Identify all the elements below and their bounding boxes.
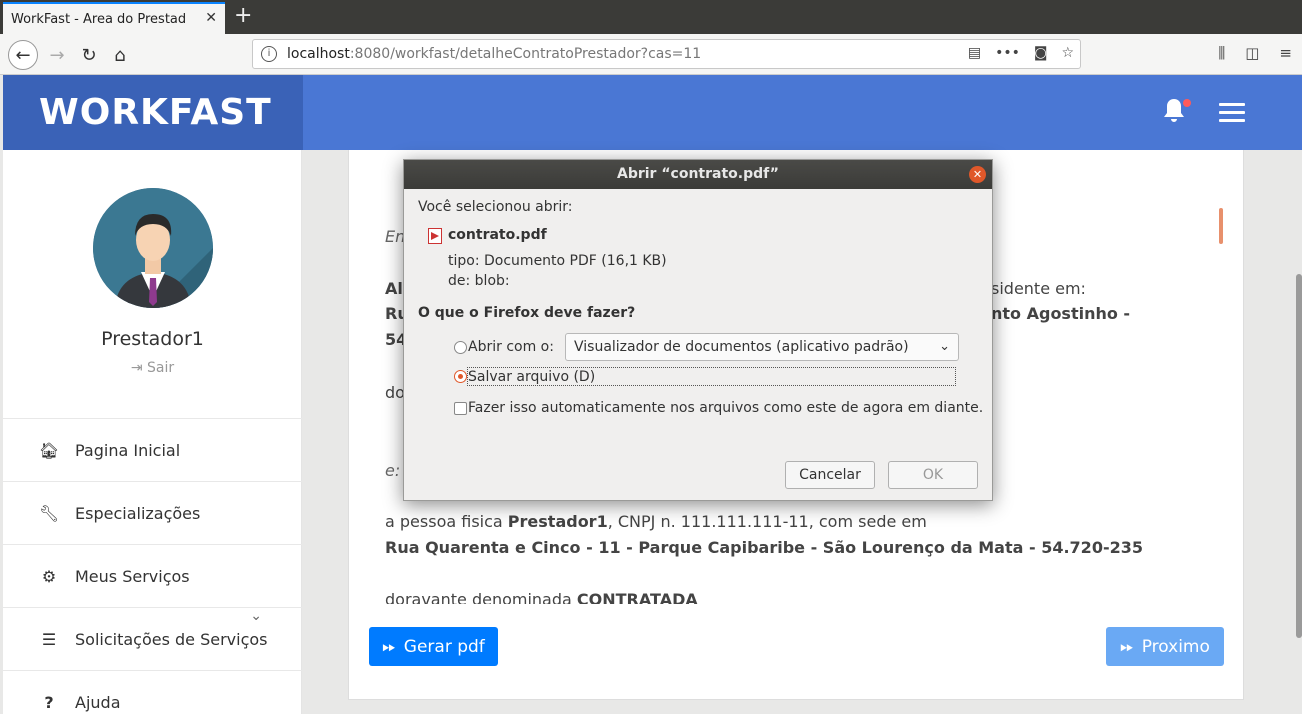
browser-tab-bar: WorkFast - Area do Prestad ✕ + xyxy=(0,0,1302,34)
url-bar[interactable]: i localhost:8080/workfast/detalheContrat… xyxy=(252,39,1081,69)
contract-line: e: xyxy=(385,461,401,480)
menu-icon[interactable]: ≡ xyxy=(1279,44,1292,62)
hamburger-menu-icon[interactable] xyxy=(1219,103,1245,123)
app-header: WORKFAST xyxy=(3,75,1302,150)
wrench-icon: 🔧︎ xyxy=(38,503,60,523)
user-name: Prestador1 xyxy=(101,328,204,350)
reload-icon[interactable]: ↻ xyxy=(74,40,104,70)
new-tab-icon[interactable]: + xyxy=(234,3,252,28)
application-select-value: Visualizador de documentos (aplicativo p… xyxy=(574,339,909,355)
close-tab-icon[interactable]: ✕ xyxy=(205,10,217,26)
bookmark-star-icon[interactable]: ☆ xyxy=(1061,45,1074,61)
list-icon: ☰ xyxy=(41,629,57,649)
sidebar-item-ajuda[interactable]: ? Ajuda xyxy=(3,670,302,714)
back-icon[interactable]: ← xyxy=(8,40,38,70)
contract-text: a pessoa fisica xyxy=(385,512,508,531)
contract-address: Rua Quarenta e Cinco - 11 - Parque Capib… xyxy=(385,538,1143,557)
brand-logo[interactable]: WORKFAST xyxy=(3,75,303,150)
logout-link[interactable]: ⇥ Sair xyxy=(3,360,302,376)
info-icon[interactable]: i xyxy=(261,46,277,62)
sidebar-item-label: Pagina Inicial xyxy=(75,440,181,460)
proximo-label: Proximo xyxy=(1141,636,1210,657)
contract-doravante-line: doravante denominada CONTRATADA xyxy=(385,590,698,604)
sidebar: Prestador1 ⇥ Sair 🏠︎ Pagina Inicial 🔧︎ E… xyxy=(3,150,302,714)
library-icon[interactable]: ⫼ xyxy=(1218,44,1225,62)
open-with-label[interactable]: Abrir com o: xyxy=(468,339,554,355)
logout-label: Sair xyxy=(147,360,175,376)
content-scrollbar[interactable] xyxy=(1219,208,1223,244)
url-host: localhost xyxy=(287,46,350,62)
download-dialog: Abrir “contrato.pdf” ✕ Você selecionou a… xyxy=(403,159,993,501)
auto-checkbox[interactable] xyxy=(454,402,467,415)
tab-title: WorkFast - Area do Prestad xyxy=(11,11,187,27)
application-select[interactable]: Visualizador de documentos (aplicativo p… xyxy=(565,333,959,361)
sidebar-item-especializacoes[interactable]: 🔧︎ Especializações xyxy=(3,481,302,544)
more-actions-icon[interactable]: ••• xyxy=(995,45,1020,61)
type-label: tipo: xyxy=(448,253,480,269)
contract-line: do xyxy=(385,383,405,402)
fast-forward-icon: ⏩︎ xyxy=(382,636,396,657)
contract-party-role: CONTRATADA xyxy=(576,590,698,604)
open-with-radio[interactable] xyxy=(454,341,467,354)
fast-forward-icon: ⏩︎ xyxy=(1120,636,1134,657)
browser-nav-bar: ← → ↻ ⌂ i localhost:8080/workfast/detalh… xyxy=(0,34,1302,75)
gerar-pdf-button[interactable]: ⏩︎ Gerar pdf xyxy=(369,627,498,666)
save-file-label[interactable]: Salvar arquivo (D) xyxy=(468,369,595,385)
url-text: localhost:8080/workfast/detalheContratoP… xyxy=(287,46,701,62)
sidebar-item-meus-servicos[interactable]: ⚙ Meus Serviços xyxy=(3,544,302,607)
contract-text: , CNPJ n. 111.111.111-11, com sede em xyxy=(607,512,927,531)
file-name: contrato.pdf xyxy=(448,227,547,243)
save-file-radio[interactable] xyxy=(454,370,467,383)
cancel-button[interactable]: Cancelar xyxy=(785,461,875,489)
sidebar-menu: 🏠︎ Pagina Inicial 🔧︎ Especializações ⚙ M… xyxy=(3,418,302,714)
contract-party-name: Prestador1 xyxy=(507,512,608,531)
contract-line: Al xyxy=(385,279,403,298)
gerar-pdf-label: Gerar pdf xyxy=(403,636,485,657)
sidebar-toggle-icon[interactable]: ◫ xyxy=(1245,44,1259,62)
selected-label: Você selecionou abrir: xyxy=(418,199,573,215)
type-value: Documento PDF (16,1 KB) xyxy=(484,253,667,269)
contract-line: nto Agostinho - xyxy=(991,304,1131,323)
logout-icon: ⇥ xyxy=(130,360,143,376)
browser-tab[interactable]: WorkFast - Area do Prestad ✕ xyxy=(3,2,225,34)
sidebar-item-label: Especializações xyxy=(75,503,201,523)
contract-text: doravante denominada xyxy=(385,590,577,604)
auto-label[interactable]: Fazer isso automaticamente nos arquivos … xyxy=(468,400,983,416)
question-heading: O que o Firefox deve fazer? xyxy=(418,305,636,321)
ok-button[interactable]: OK xyxy=(888,461,978,489)
gears-icon: ⚙ xyxy=(41,566,57,586)
from-label: de: xyxy=(448,273,471,289)
notification-dot xyxy=(1183,99,1191,107)
file-type-row: tipo: Documento PDF (16,1 KB) xyxy=(448,253,667,269)
sidebar-item-label: Ajuda xyxy=(75,692,121,712)
pdf-file-icon xyxy=(428,228,442,244)
sidebar-item-pagina-inicial[interactable]: 🏠︎ Pagina Inicial xyxy=(3,418,302,481)
file-source-row: de: blob: xyxy=(448,273,510,289)
url-path: :8080/workfast/detalheContratoPrestador?… xyxy=(349,46,702,62)
pocket-icon[interactable]: ◙ xyxy=(1034,45,1048,61)
chevron-down-icon[interactable]: ⌄ xyxy=(250,608,262,624)
notification-bell-icon[interactable] xyxy=(1161,97,1191,127)
reader-view-icon[interactable]: ▤ xyxy=(968,45,981,61)
close-icon[interactable]: ✕ xyxy=(969,166,986,183)
page-scrollbar[interactable] xyxy=(1296,274,1302,638)
proximo-button[interactable]: ⏩︎ Proximo xyxy=(1106,627,1224,666)
dialog-title: Abrir “contrato.pdf” xyxy=(404,160,992,189)
avatar xyxy=(93,188,213,308)
contract-party-line: a pessoa fisica Prestador1, CNPJ n. 111.… xyxy=(385,512,927,531)
forward-icon[interactable]: → xyxy=(42,40,72,70)
contract-line: sidente em: xyxy=(991,279,1086,298)
from-value: blob: xyxy=(474,273,510,289)
chevron-down-icon: ⌄ xyxy=(939,339,950,354)
home-icon: 🏠︎ xyxy=(38,440,60,460)
home-icon[interactable]: ⌂ xyxy=(105,40,135,70)
question-icon: ? xyxy=(44,692,54,712)
sidebar-item-label: Solicitações de Serviços xyxy=(75,629,268,649)
sidebar-item-label: Meus Serviços xyxy=(75,566,190,586)
sidebar-item-solicitacoes[interactable]: ⌄ ☰ Solicitações de Serviços xyxy=(3,607,302,670)
